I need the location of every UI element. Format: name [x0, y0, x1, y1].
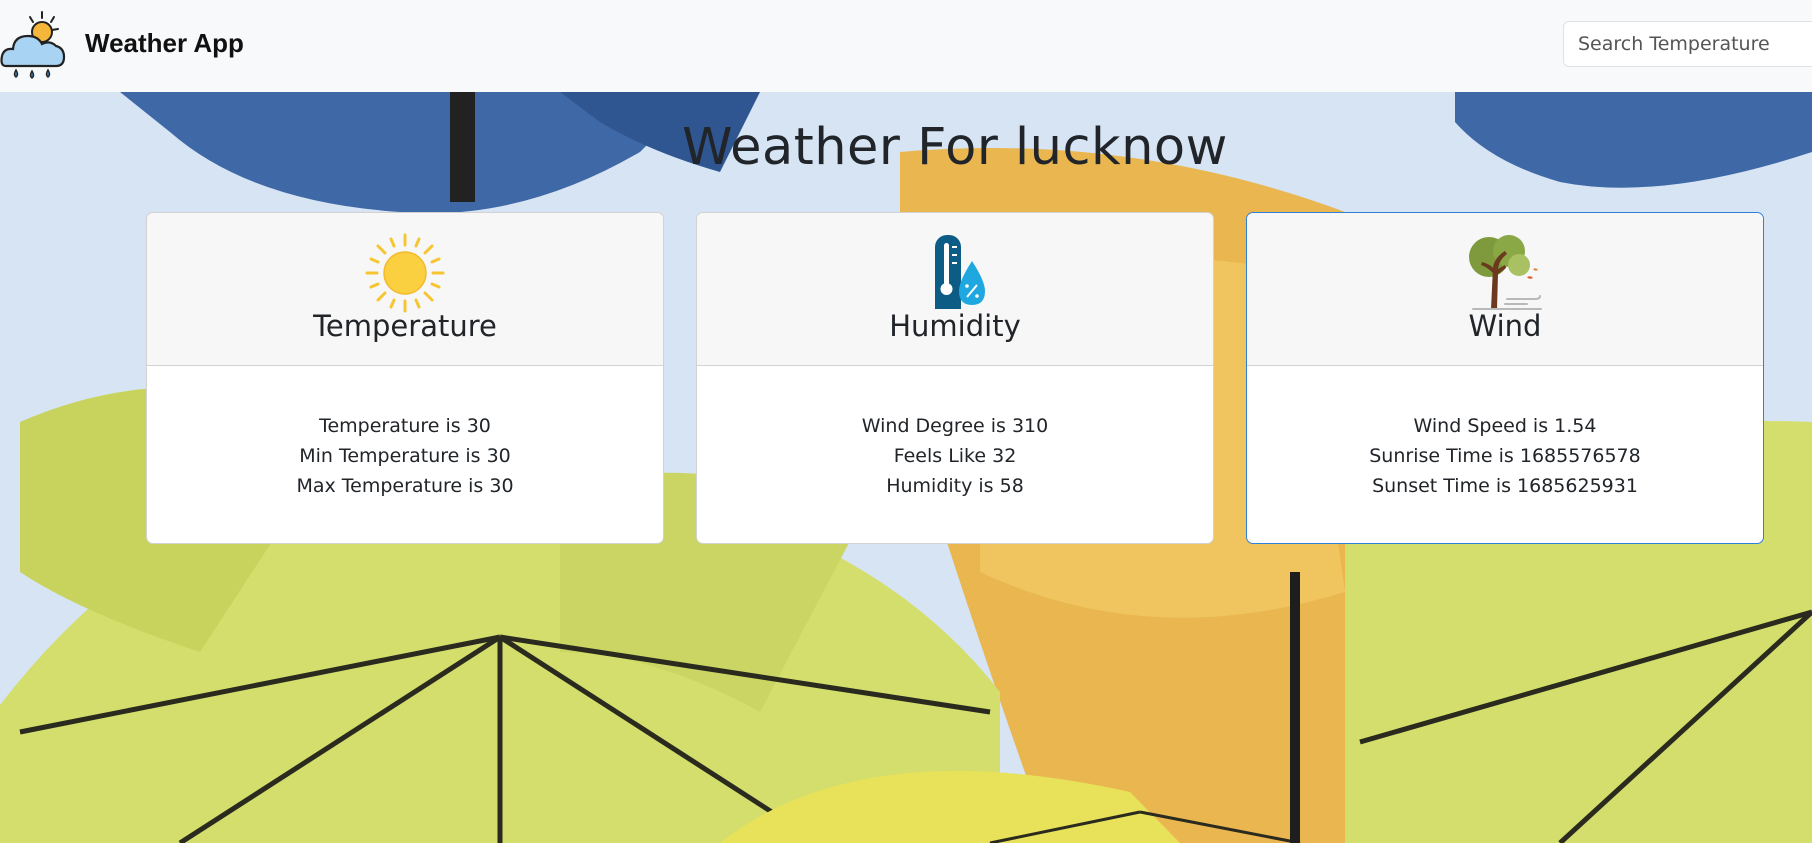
card-header: Wind — [1247, 213, 1763, 366]
weather-logo-icon[interactable] — [0, 8, 70, 80]
card-body: Temperature is 30 Min Temperature is 30 … — [147, 366, 663, 501]
wind-speed-value: Wind Speed is 1.54 — [1413, 415, 1597, 437]
card-body: Wind Degree is 310 Feels Like 32 Humidit… — [697, 366, 1213, 501]
card-title: Temperature — [313, 309, 497, 343]
humidity-value: Humidity is 58 — [886, 475, 1024, 497]
app-title[interactable]: Weather App — [85, 28, 244, 59]
search-input[interactable] — [1563, 21, 1812, 67]
max-temperature-value: Max Temperature is 30 — [296, 475, 514, 497]
wind-card: Wind Wind Speed is 1.54 Sunrise Time is … — [1246, 212, 1764, 544]
card-title: Wind — [1468, 309, 1542, 343]
card-body: Wind Speed is 1.54 Sunrise Time is 16855… — [1247, 366, 1763, 501]
sun-icon — [365, 233, 445, 313]
page-heading: Weather For lucknow — [682, 118, 1228, 177]
temperature-value: Temperature is 30 — [319, 415, 491, 437]
humidity-card: Humidity Wind Degree is 310 Feels Like 3… — [696, 212, 1214, 544]
wind-tree-icon — [1469, 235, 1542, 310]
min-temperature-value: Min Temperature is 30 — [299, 445, 511, 467]
card-header: Temperature — [147, 213, 663, 366]
navbar: Weather App — [0, 0, 1812, 92]
sunrise-time-value: Sunrise Time is 1685576578 — [1369, 445, 1641, 467]
card-header: Humidity — [697, 213, 1213, 366]
card-title: Humidity — [889, 309, 1021, 343]
humidity-icon — [935, 235, 985, 309]
wind-degree-value: Wind Degree is 310 — [861, 415, 1049, 437]
temperature-card: Temperature Temperature is 30 Min Temper… — [146, 212, 664, 544]
feels-like-value: Feels Like 32 — [893, 445, 1017, 467]
sunset-time-value: Sunset Time is 1685625931 — [1372, 475, 1638, 497]
